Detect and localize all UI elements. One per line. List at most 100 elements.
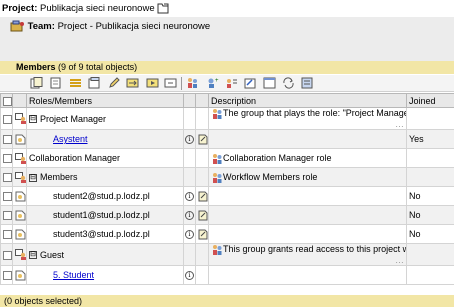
joined-column-header[interactable]: Joined: [406, 93, 454, 108]
row-description-cell: Workflow Members role: [208, 167, 407, 188]
row-info-cell: i: [183, 205, 196, 226]
row-select-cell: [0, 129, 13, 150]
copy-icon[interactable]: [50, 77, 63, 89]
next-icon[interactable]: [146, 77, 159, 89]
row-name-cell: student2@stud.p.lodz.pl: [26, 186, 184, 207]
member-name: Members: [40, 172, 78, 183]
row-checkbox[interactable]: [3, 192, 12, 202]
svg-text:+: +: [215, 78, 219, 84]
row-description: The group that plays the role: "Project …: [223, 108, 407, 118]
folder-icon[interactable]: [157, 3, 169, 14]
edit-pencil-icon[interactable]: [108, 77, 121, 89]
row-info-cell: i: [183, 129, 196, 150]
select-all-checkbox[interactable]: [3, 96, 12, 106]
row-icon-cell: [195, 205, 209, 226]
send-icon[interactable]: [126, 77, 139, 89]
more-ellipsis[interactable]: …: [395, 119, 404, 128]
row-checkbox[interactable]: [3, 230, 12, 240]
member-name: Guest: [40, 249, 65, 260]
collapse-toggle-icon[interactable]: ⊟: [29, 173, 37, 182]
group-people-icon: [213, 109, 222, 120]
row-checkbox[interactable]: [3, 211, 12, 221]
member-link[interactable]: Asystent: [53, 134, 88, 144]
row-joined-cell: [406, 167, 454, 188]
description-column-header[interactable]: Description: [208, 93, 407, 108]
row-icon-cell: [195, 265, 209, 286]
row-checkbox[interactable]: [3, 114, 12, 124]
row-info-cell: i: [183, 186, 196, 207]
table-row[interactable]: student2@stud.p.lodz.pl i No: [0, 186, 454, 207]
key-icon: [198, 210, 208, 221]
row-type-cell: [12, 167, 27, 188]
key-icon: [198, 229, 208, 240]
row-name-cell: ⊟ Project Manager: [26, 106, 184, 131]
row-checkbox[interactable]: [3, 135, 12, 145]
group-people-icon[interactable]: [186, 77, 199, 89]
member-name: student2@stud.p.lodz.pl: [53, 191, 150, 202]
table-row[interactable]: Asystent i Yes: [0, 129, 454, 150]
collapse-toggle-icon[interactable]: ⊟: [29, 115, 37, 124]
window-icon[interactable]: [263, 77, 276, 89]
row-info-cell: [183, 167, 196, 188]
icon-column-header[interactable]: [195, 93, 209, 108]
info-icon[interactable]: i: [185, 192, 194, 202]
row-joined-cell: Yes: [406, 129, 454, 150]
member-name: Project Manager: [40, 113, 107, 124]
team-label: Team:: [27, 21, 55, 32]
key-icon: [198, 191, 208, 202]
collapse-icon[interactable]: [164, 77, 177, 89]
row-description-cell: Collaboration Manager role: [208, 148, 407, 169]
roles-column-header[interactable]: Roles/Members: [26, 93, 184, 108]
project-label: Project:: [2, 3, 38, 14]
row-checkbox[interactable]: [3, 154, 12, 164]
table-row[interactable]: student3@stud.p.lodz.pl i No: [0, 224, 454, 245]
user-icon: [15, 229, 26, 240]
row-select-cell: [0, 167, 13, 188]
rename-icon[interactable]: [244, 77, 257, 89]
row-checkbox[interactable]: [3, 271, 12, 281]
row-select-cell: [0, 186, 13, 207]
type-column-header[interactable]: [12, 93, 27, 108]
more-ellipsis[interactable]: …: [395, 255, 404, 264]
permissions-icon[interactable]: [225, 77, 238, 89]
group-people-icon: [213, 245, 222, 256]
refresh-icon[interactable]: [282, 77, 295, 89]
info-column-header[interactable]: [183, 93, 196, 108]
row-joined-cell: [406, 265, 454, 286]
project-name: Publikacja sieci neuronowe: [40, 3, 155, 14]
table-row[interactable]: ⊟ Guest This group grants read access to t…: [0, 243, 454, 267]
add-role-icon[interactable]: +: [206, 77, 219, 89]
row-info-cell: i: [183, 265, 196, 286]
member-name: Collaboration Manager: [29, 153, 121, 164]
key-icon: [198, 134, 208, 145]
collapse-toggle-icon[interactable]: ⊟: [29, 251, 37, 260]
table-row[interactable]: student1@stud.p.lodz.pl i No: [0, 205, 454, 226]
row-type-cell: [12, 129, 27, 150]
row-checkbox[interactable]: [3, 173, 12, 183]
row-checkbox[interactable]: [3, 250, 12, 260]
info-icon[interactable]: i: [185, 230, 194, 240]
team-name: Project - Publikacja sieci neuronowe: [57, 21, 211, 32]
table-row[interactable]: 5. Student i: [0, 265, 454, 286]
row-description-cell: [208, 186, 407, 207]
member-link[interactable]: 5. Student: [53, 270, 94, 280]
table-row[interactable]: Collaboration Manager Collaboration Manag…: [0, 148, 454, 169]
list-icon[interactable]: [69, 77, 82, 89]
table-row[interactable]: ⊟ Project Manager The group that plays the…: [0, 106, 454, 131]
row-icon-cell: [195, 224, 209, 245]
row-name-cell: ⊟ Members: [26, 167, 184, 188]
row-info-cell: i: [183, 224, 196, 245]
row-description-cell: [208, 265, 407, 286]
properties-icon[interactable]: [88, 77, 101, 89]
export-icon[interactable]: [301, 77, 314, 89]
row-name-cell: Asystent: [26, 129, 184, 150]
table-row[interactable]: ⊟ Members Workflow Members role: [0, 167, 454, 188]
members-count: (9 of 9 total objects): [58, 62, 138, 72]
info-icon[interactable]: i: [185, 271, 194, 281]
info-icon[interactable]: i: [185, 135, 194, 145]
row-select-cell: [0, 265, 13, 286]
add-member-icon[interactable]: [30, 77, 43, 89]
info-icon[interactable]: i: [185, 211, 194, 221]
select-all-cell: [0, 93, 13, 108]
group-icon: [15, 113, 26, 125]
